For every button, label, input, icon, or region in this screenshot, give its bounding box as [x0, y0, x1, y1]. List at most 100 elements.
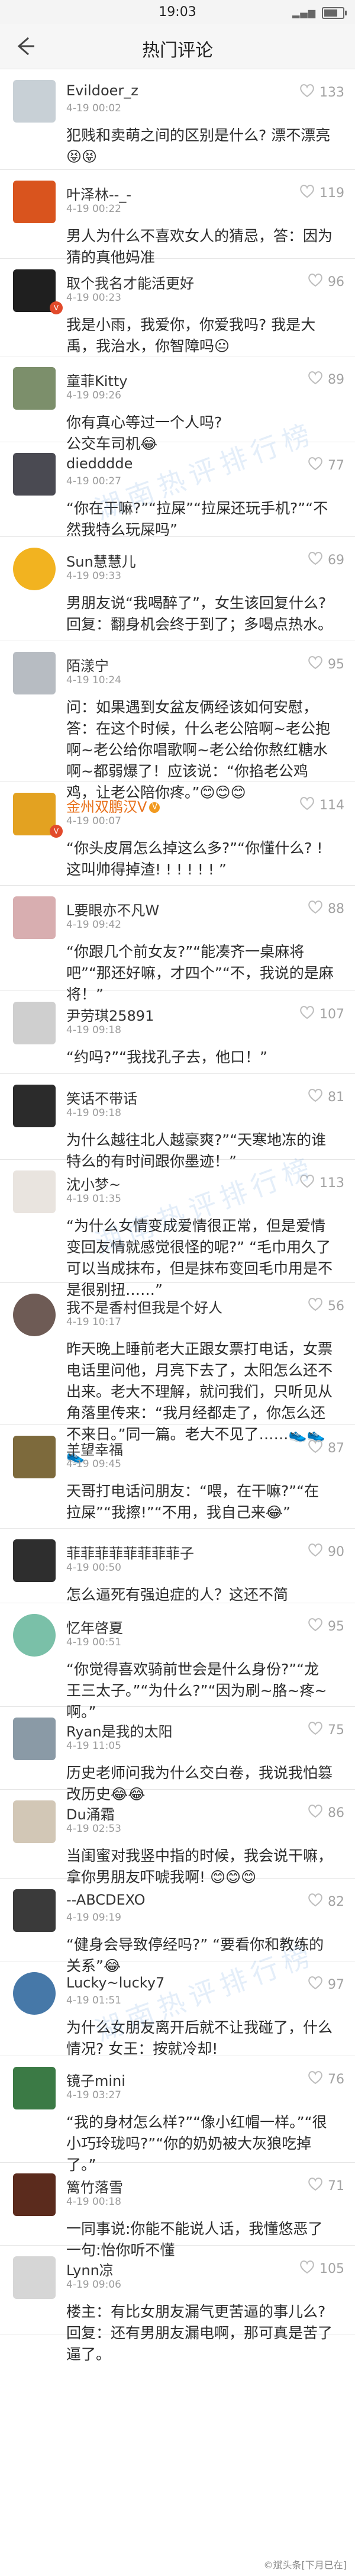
like-button[interactable]: 133: [299, 83, 344, 101]
comment-item[interactable]: L要眼亦不凡W 4-19 09:42 88 “你跟几个前女友?”“能凑齐一桌麻将吧”“…: [0, 886, 355, 1003]
avatar[interactable]: [13, 896, 56, 939]
comment-item[interactable]: 童菲Kitty 4-19 09:26 89 你有真心等过一个人吗? 公交车司机😂: [0, 356, 355, 452]
avatar[interactable]: [13, 2067, 56, 2109]
avatar[interactable]: [13, 1889, 56, 1932]
avatar[interactable]: [13, 269, 56, 312]
comment-item[interactable]: --ABCDEXO 4-19 09:19 82 “健身会导致停经吗?” “要看你和教练…: [0, 1879, 355, 1974]
comment-item[interactable]: 沈小梦~ 4-19 01:35 113 “为什么女情变成爱情很正常，但是爱情变回友情就…: [0, 1160, 355, 1298]
username[interactable]: Evildoer_z: [66, 82, 138, 99]
comment-item[interactable]: 陌漾宁 4-19 10:24 95 问：如果遇到女盆友俩经该如何安慰，答：在这个时候，…: [0, 641, 355, 801]
username[interactable]: 菲菲菲菲菲菲菲菲子: [66, 1542, 194, 1562]
like-button[interactable]: 114: [299, 796, 344, 814]
username[interactable]: 笑话不带话: [66, 1087, 137, 1108]
username[interactable]: 叶泽林--_-: [66, 183, 131, 204]
like-button[interactable]: 86: [308, 1804, 344, 1822]
avatar[interactable]: [13, 2256, 56, 2299]
username[interactable]: 羊望幸福: [66, 1438, 123, 1459]
comment-item[interactable]: 叶泽林--_- 4-19 00:22 119 男人为什么不喜欢女人的猜忌，答：因为猜的…: [0, 170, 355, 266]
heart-icon: [308, 1297, 323, 1315]
like-button[interactable]: 119: [299, 184, 344, 202]
username[interactable]: diedddde: [66, 455, 133, 472]
comment-item[interactable]: Evildoer_z 4-19 00:02 133 犯贱和卖萌之间的区别是什么? 漂不…: [0, 69, 355, 170]
username[interactable]: L要眼亦不凡W: [66, 899, 159, 919]
like-button[interactable]: 97: [308, 1976, 344, 1993]
avatar[interactable]: [13, 1718, 56, 1760]
like-button[interactable]: 81: [308, 1088, 344, 1106]
like-button[interactable]: 77: [308, 456, 344, 474]
comment-item[interactable]: 忆年啓夏 4-19 00:51 95 “你觉得喜欢骑前世会是什么身份?”“龙王三太子。…: [0, 1603, 355, 1720]
like-button[interactable]: 76: [308, 2070, 344, 2088]
like-button[interactable]: 88: [308, 900, 344, 918]
comment-item[interactable]: V 取个我名才能活更好 4-19 00:23 96 我是小雨，我爱你，你爱我吗? 我是大…: [0, 259, 355, 356]
like-button[interactable]: 71: [308, 2177, 344, 2195]
comment-item[interactable]: 笑话不带话 4-19 09:18 81 为什么越往北人越豪爽?”“天寒地冻的谁特么的有…: [0, 1074, 355, 1170]
avatar[interactable]: [13, 80, 56, 123]
avatar[interactable]: [13, 2173, 56, 2216]
avatar[interactable]: [13, 1436, 56, 1478]
username[interactable]: 取个我名才能活更好: [66, 272, 194, 292]
username[interactable]: --ABCDEXO: [66, 1892, 145, 1908]
like-count: 81: [328, 1089, 344, 1105]
avatar[interactable]: [13, 793, 56, 835]
like-button[interactable]: 96: [308, 273, 344, 291]
comment-item[interactable]: Lucky~lucky7 4-19 01:51 97 为什么女朋友离开后就不让我碰了，…: [0, 1961, 355, 2057]
like-button[interactable]: 82: [308, 1893, 344, 1911]
like-button[interactable]: 56: [308, 1297, 344, 1315]
comment-item[interactable]: 菲菲菲菲菲菲菲菲子 4-19 00:50 90 怎么逼死有强迫症的人？这还不简: [0, 1529, 355, 1603]
comment-item[interactable]: Du涌霜 4-19 02:53 86 当闺蜜对我竖中指的时候，我会说干嘛，拿你男朋友吓…: [0, 1790, 355, 1886]
comment-item[interactable]: 羊望幸福 4-19 09:45 87 天哥打电话问朋友：“喂，在干嘛?”“在拉屎”“我…: [0, 1425, 355, 1529]
comment-date: 4-19 00:51: [66, 1636, 121, 1648]
comment-item[interactable]: 尹劳琪25891 4-19 09:18 107 “约吗?”“我找孔子去，他口！”: [0, 991, 355, 1074]
username[interactable]: 忆年啓夏: [66, 1616, 123, 1637]
comment-item[interactable]: 我不是香村但我是个好人 4-19 10:17 56 昨天晚上睡前老大正跟女票打电话，女…: [0, 1283, 355, 1464]
like-button[interactable]: 105: [299, 2260, 344, 2278]
like-count: 107: [320, 1006, 344, 1022]
avatar[interactable]: [13, 652, 56, 694]
username[interactable]: 尹劳琪25891: [66, 1004, 154, 1025]
avatar[interactable]: [13, 1972, 56, 2015]
username[interactable]: 我不是香村但我是个好人: [66, 1296, 222, 1317]
avatar[interactable]: [13, 1002, 56, 1044]
avatar[interactable]: [13, 181, 56, 223]
username[interactable]: 篱竹落雪: [66, 2176, 123, 2196]
username[interactable]: Lynn凉: [66, 2259, 114, 2279]
avatar[interactable]: [13, 548, 56, 590]
username[interactable]: Du涌霜: [66, 1803, 115, 1824]
like-button[interactable]: 89: [308, 371, 344, 388]
comment-item[interactable]: Lynn凉 4-19 09:06 105 楼主：有比女朋友漏气更苦逼的事儿么? 回复：…: [0, 2246, 355, 2363]
avatar[interactable]: [13, 367, 56, 410]
username[interactable]: Lucky~lucky7: [66, 1974, 164, 1991]
username[interactable]: 镜子mini: [66, 2069, 125, 2090]
username[interactable]: 金州双鹏汉V V: [66, 795, 160, 816]
username[interactable]: Sun慧慧儿: [66, 550, 136, 571]
username[interactable]: 童菲Kitty: [66, 369, 127, 390]
comment-item[interactable]: Sun慧慧儿 4-19 09:33 69 男朋友说“我喝醉了”，女生该回复什么? 回复…: [0, 537, 355, 641]
avatar[interactable]: [13, 1170, 56, 1213]
avatar[interactable]: [13, 1614, 56, 1657]
like-button[interactable]: 90: [308, 1543, 344, 1561]
comment-date: 4-19 02:53: [66, 1823, 121, 1835]
comment-item[interactable]: V 金州双鹏汉V V 4-19 00:07 114 “你头皮屑怎么掉这么多?”“你懂什么?…: [0, 782, 355, 886]
username[interactable]: 陌漾宁: [66, 654, 109, 675]
like-button[interactable]: 107: [299, 1005, 344, 1023]
comment-item[interactable]: Ryan是我的太阳 4-19 11:05 75 历史老师问我为什么交白卷，我说我怕篡改…: [0, 1707, 355, 1803]
heart-icon: [308, 1976, 323, 1993]
comment-item[interactable]: 篱竹落雪 4-19 00:18 71 一同事说:你能不能说人话，我懂悠恶了一句:怡你听…: [0, 2163, 355, 2259]
avatar[interactable]: [13, 453, 56, 496]
username[interactable]: 沈小梦~: [66, 1173, 121, 1194]
comment-date: 4-19 03:27: [66, 2089, 121, 2101]
comment-item[interactable]: 镜子mini 4-19 03:27 76 “我的身材怎么样?”“像小红帽一样。”“很小…: [0, 2056, 355, 2173]
avatar[interactable]: [13, 1800, 56, 1843]
like-button[interactable]: 69: [308, 551, 344, 569]
like-button[interactable]: 95: [308, 655, 344, 673]
heart-icon: [308, 900, 323, 918]
like-button[interactable]: 113: [299, 1174, 344, 1192]
username[interactable]: Ryan是我的太阳: [66, 1720, 172, 1741]
avatar[interactable]: [13, 1085, 56, 1127]
like-button[interactable]: 95: [308, 1617, 344, 1635]
like-button[interactable]: 87: [308, 1439, 344, 1457]
like-button[interactable]: 75: [308, 1721, 344, 1739]
comment-item[interactable]: diedddde 4-19 00:27 77 “你在干嘛?”“拉屎”“拉屎还玩手机?”…: [0, 442, 355, 538]
avatar[interactable]: [13, 1539, 56, 1582]
avatar[interactable]: [13, 1294, 56, 1336]
